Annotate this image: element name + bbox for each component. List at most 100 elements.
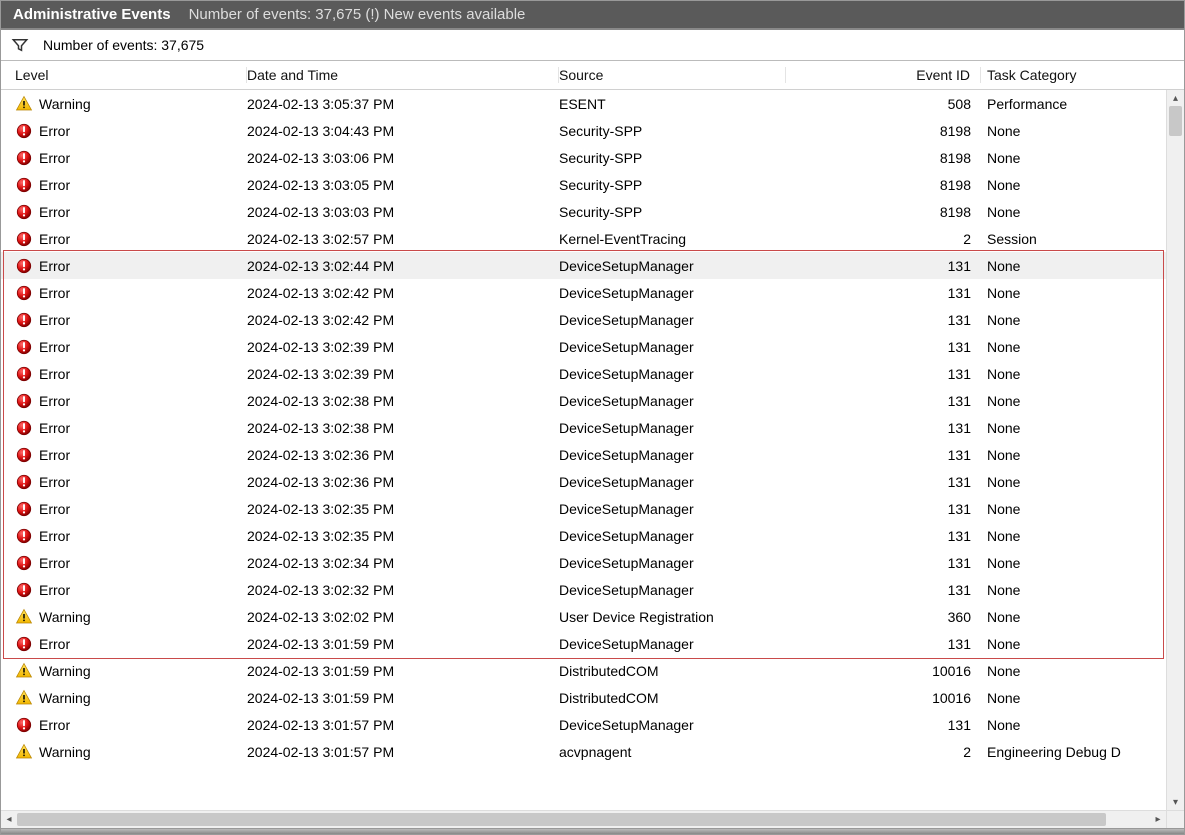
cell-level: Error: [39, 258, 70, 274]
table-row[interactable]: Error2024-02-13 3:03:03 PMSecurity-SPP81…: [1, 198, 1166, 225]
error-icon: [15, 365, 33, 383]
cell-date: 2024-02-13 3:02:34 PM: [247, 555, 559, 571]
cell-date: 2024-02-13 3:01:57 PM: [247, 744, 559, 760]
cell-task: None: [981, 555, 1136, 571]
cell-task: None: [981, 501, 1136, 517]
cell-level: Warning: [39, 609, 91, 625]
table-row[interactable]: Warning2024-02-13 3:05:37 PMESENT508Perf…: [1, 90, 1166, 117]
table-row[interactable]: Error2024-02-13 3:03:06 PMSecurity-SPP81…: [1, 144, 1166, 171]
cell-source: DeviceSetupManager: [559, 582, 786, 598]
column-header-eventid[interactable]: Event ID: [786, 67, 981, 83]
cell-level: Error: [39, 636, 70, 652]
table-row[interactable]: Error2024-02-13 3:02:39 PMDeviceSetupMan…: [1, 360, 1166, 387]
cell-level: Error: [39, 582, 70, 598]
cell-date: 2024-02-13 3:02:38 PM: [247, 393, 559, 409]
cell-source: DeviceSetupManager: [559, 555, 786, 571]
column-header-source[interactable]: Source: [559, 67, 786, 83]
cell-eventid: 131: [786, 420, 981, 436]
cell-date: 2024-02-13 3:02:32 PM: [247, 582, 559, 598]
horizontal-scrollbar[interactable]: ◂ ▸: [1, 810, 1166, 828]
cell-date: 2024-02-13 3:02:39 PM: [247, 366, 559, 382]
cell-eventid: 131: [786, 393, 981, 409]
cell-level: Warning: [39, 744, 91, 760]
cell-eventid: 131: [786, 555, 981, 571]
window-title: Administrative Events: [13, 6, 171, 23]
cell-source: DistributedCOM: [559, 663, 786, 679]
cell-source: Security-SPP: [559, 150, 786, 166]
error-icon: [15, 257, 33, 275]
cell-task: None: [981, 258, 1136, 274]
cell-level: Error: [39, 231, 70, 247]
cell-date: 2024-02-13 3:01:59 PM: [247, 636, 559, 652]
cell-source: User Device Registration: [559, 609, 786, 625]
column-header-task[interactable]: Task Category: [981, 67, 1136, 83]
table-row[interactable]: Error2024-02-13 3:02:35 PMDeviceSetupMan…: [1, 522, 1166, 549]
cell-eventid: 131: [786, 474, 981, 490]
table-row[interactable]: Error 2024-02-13 3:02:34 PMDeviceSetupMan…: [1, 549, 1166, 576]
error-icon: [15, 392, 33, 410]
cell-date: 2024-02-13 3:02:38 PM: [247, 420, 559, 436]
table-row[interactable]: Warning2024-02-13 3:01:59 PMDistributedC…: [1, 657, 1166, 684]
table-row[interactable]: Error2024-02-13 3:04:43 PMSecurity-SPP81…: [1, 117, 1166, 144]
cell-level: Error: [39, 555, 70, 571]
table-row[interactable]: Error2024-02-13 3:03:05 PMSecurity-SPP81…: [1, 171, 1166, 198]
scroll-up-arrow-icon[interactable]: ▴: [1167, 90, 1184, 106]
table-row[interactable]: Error2024-02-13 3:02:42 PMDeviceSetupMan…: [1, 279, 1166, 306]
cell-level: Error: [39, 447, 70, 463]
table-row[interactable]: Error2024-02-13 3:02:44 PMDeviceSetupMan…: [1, 252, 1166, 279]
vertical-scrollbar[interactable]: ▴ ▾: [1166, 90, 1184, 810]
cell-source: DeviceSetupManager: [559, 528, 786, 544]
table-row[interactable]: Error2024-02-13 3:02:38 PMDeviceSetupMan…: [1, 414, 1166, 441]
cell-source: DeviceSetupManager: [559, 501, 786, 517]
cell-source: DeviceSetupManager: [559, 258, 786, 274]
table-row[interactable]: Error2024-02-13 3:02:35 PMDeviceSetupMan…: [1, 495, 1166, 522]
cell-source: Kernel-EventTracing: [559, 231, 786, 247]
cell-task: None: [981, 339, 1136, 355]
table-row[interactable]: Error2024-02-13 3:02:36 PMDeviceSetupMan…: [1, 441, 1166, 468]
cell-eventid: 131: [786, 717, 981, 733]
error-icon: [15, 446, 33, 464]
cell-level: Error: [39, 177, 70, 193]
scroll-left-arrow-icon[interactable]: ◂: [1, 811, 17, 828]
table-row[interactable]: Warning 2024-02-13 3:02:02 PMUser Device …: [1, 603, 1166, 630]
cell-eventid: 8198: [786, 177, 981, 193]
cell-eventid: 508: [786, 96, 981, 112]
cell-date: 2024-02-13 3:01:59 PM: [247, 690, 559, 706]
scroll-right-arrow-icon[interactable]: ▸: [1150, 811, 1166, 828]
cell-source: DeviceSetupManager: [559, 366, 786, 382]
column-header-date[interactable]: Date and Time: [247, 67, 559, 83]
table-row[interactable]: Error2024-02-13 3:02:38 PMDeviceSetupMan…: [1, 387, 1166, 414]
table-row[interactable]: Warning2024-02-13 3:01:59 PMDistributedC…: [1, 684, 1166, 711]
table-row[interactable]: Error2024-02-13 3:02:39 PMDeviceSetupMan…: [1, 333, 1166, 360]
table-row[interactable]: Error2024-02-13 3:02:57 PMKernel-EventTr…: [1, 225, 1166, 252]
error-icon: [15, 203, 33, 221]
cell-source: DeviceSetupManager: [559, 312, 786, 328]
table-row[interactable]: Error2024-02-13 3:02:42 PMDeviceSetupMan…: [1, 306, 1166, 333]
cell-eventid: 131: [786, 339, 981, 355]
cell-date: 2024-02-13 3:03:05 PM: [247, 177, 559, 193]
column-header-level[interactable]: Level: [1, 67, 247, 83]
cell-date: 2024-02-13 3:02:02 PM: [247, 609, 559, 625]
scroll-corner: [1166, 810, 1184, 828]
table-row[interactable]: Error2024-02-13 3:01:57 PMDeviceSetupMan…: [1, 711, 1166, 738]
cell-source: DeviceSetupManager: [559, 339, 786, 355]
table-row[interactable]: Error2024-02-13 3:02:36 PMDeviceSetupMan…: [1, 468, 1166, 495]
error-icon: [15, 635, 33, 653]
column-header-row: Level Date and Time Source Event ID Task…: [1, 61, 1184, 90]
cell-level: Error: [39, 339, 70, 355]
horizontal-scroll-thumb[interactable]: [17, 813, 1106, 826]
table-row[interactable]: Error 2024-02-13 3:02:32 PMDeviceSetupMan…: [1, 576, 1166, 603]
table-row[interactable]: Warning2024-02-13 3:01:57 PMacvpnagent2E…: [1, 738, 1166, 765]
window-resize-edge[interactable]: [1, 828, 1184, 834]
table-row[interactable]: Error2024-02-13 3:01:59 PMDeviceSetupMan…: [1, 630, 1166, 657]
error-icon: [15, 149, 33, 167]
filter-icon[interactable]: [11, 36, 29, 54]
error-icon: [15, 716, 33, 734]
vertical-scroll-thumb[interactable]: [1169, 106, 1182, 136]
cell-task: None: [981, 420, 1136, 436]
cell-source: Security-SPP: [559, 123, 786, 139]
cell-source: DistributedCOM: [559, 690, 786, 706]
cell-task: Performance: [981, 96, 1136, 112]
cell-level: Error: [39, 150, 70, 166]
scroll-down-arrow-icon[interactable]: ▾: [1167, 794, 1184, 810]
